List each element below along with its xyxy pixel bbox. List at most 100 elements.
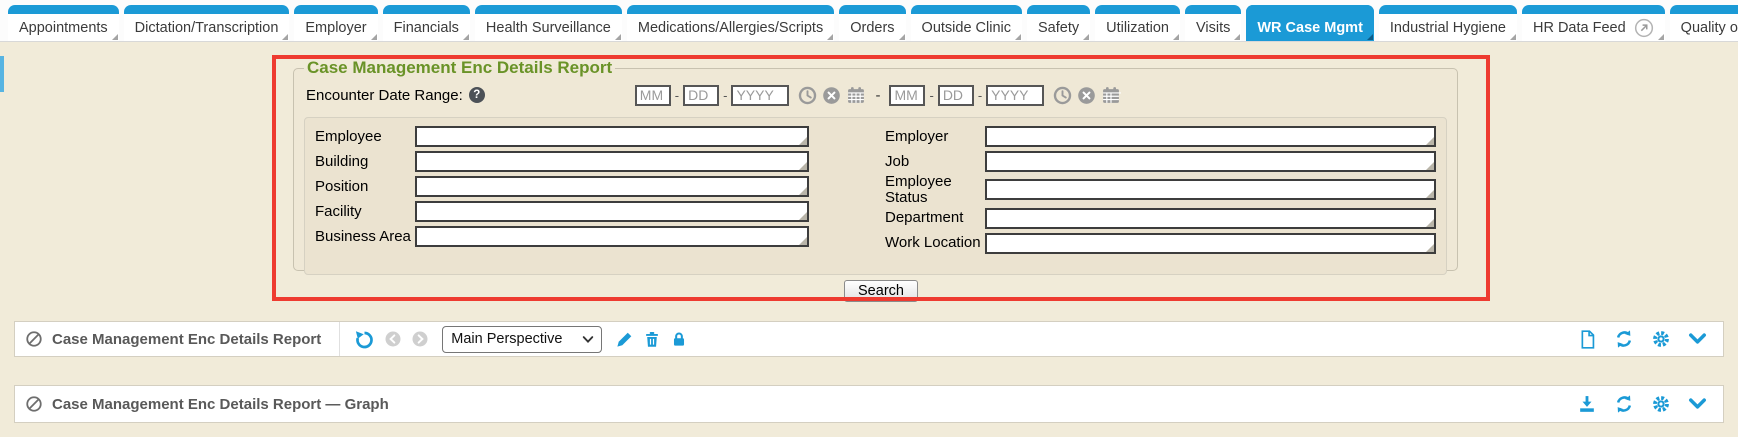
tab-accent-strip bbox=[475, 5, 622, 14]
employer-input[interactable] bbox=[987, 128, 1434, 145]
tab-financials[interactable]: Financials bbox=[383, 5, 470, 41]
start-date-group: - - bbox=[635, 85, 790, 106]
tab-quality-of-care[interactable]: Quality of Care bbox=[1670, 5, 1738, 41]
work-location-label: Work Location bbox=[885, 235, 985, 251]
tab-employer[interactable]: Employer bbox=[294, 5, 377, 41]
tab-label: Dictation/Transcription bbox=[135, 20, 279, 36]
chevron-down-icon bbox=[582, 335, 594, 344]
department-label: Department bbox=[885, 210, 985, 226]
position-label: Position bbox=[315, 179, 415, 195]
tab-accent-strip bbox=[839, 5, 905, 14]
next-perspective-icon[interactable] bbox=[411, 330, 429, 348]
refresh-icon[interactable] bbox=[1614, 394, 1634, 414]
prev-perspective-icon[interactable] bbox=[384, 330, 402, 348]
clear-date-icon[interactable] bbox=[822, 86, 841, 105]
tab-safety[interactable]: Safety bbox=[1027, 5, 1090, 41]
tab-industrial-hygiene[interactable]: Industrial Hygiene bbox=[1379, 5, 1517, 41]
form-field-row: Department bbox=[885, 206, 1436, 231]
download-icon[interactable] bbox=[1577, 394, 1597, 414]
tab-label: Quality of Care bbox=[1681, 20, 1738, 36]
tab-dictation-transcription[interactable]: Dictation/Transcription bbox=[124, 5, 290, 41]
clock-icon[interactable] bbox=[798, 86, 817, 105]
date-range-label: Encounter Date Range: bbox=[306, 87, 463, 104]
report-panel-right-icons bbox=[1578, 329, 1723, 350]
undo-icon[interactable] bbox=[354, 329, 375, 350]
clock-icon[interactable] bbox=[1053, 86, 1072, 105]
tab-wr-case-mgmt[interactable]: WR Case Mgmt bbox=[1246, 5, 1374, 41]
business-area-input[interactable] bbox=[417, 228, 807, 245]
encounter-date-range-row: Encounter Date Range: ? - - bbox=[306, 80, 1447, 110]
tab-label: Safety bbox=[1038, 20, 1079, 36]
end-day-input[interactable] bbox=[938, 85, 974, 106]
app-window: Appointments Dictation/Transcription Emp… bbox=[0, 0, 1738, 437]
refresh-icon[interactable] bbox=[1614, 329, 1634, 349]
tab-orders[interactable]: Orders bbox=[839, 5, 905, 41]
tab-visits[interactable]: Visits bbox=[1185, 5, 1241, 41]
form-field-row: Facility bbox=[315, 199, 813, 224]
settings-gear-icon[interactable] bbox=[1651, 329, 1671, 349]
calendar-icon[interactable] bbox=[1101, 85, 1121, 105]
graph-panel-title: Case Management Enc Details Report — Gra… bbox=[52, 396, 389, 413]
report-panel-title: Case Management Enc Details Report bbox=[52, 331, 321, 348]
form-field-row: Job bbox=[885, 149, 1436, 174]
employee-input[interactable] bbox=[417, 128, 807, 145]
external-link-icon[interactable] bbox=[1634, 18, 1654, 38]
tab-label: Industrial Hygiene bbox=[1390, 20, 1506, 36]
search-button[interactable]: Search bbox=[844, 280, 918, 302]
employee-status-label: Employee Status bbox=[885, 174, 985, 206]
date-separator: - bbox=[978, 88, 982, 103]
tab-label: Employer bbox=[305, 20, 366, 36]
job-input[interactable] bbox=[987, 153, 1434, 170]
tab-accent-strip bbox=[627, 5, 834, 14]
delete-trash-icon[interactable] bbox=[643, 330, 661, 349]
employee-label: Employee bbox=[315, 129, 415, 145]
text-input-frame bbox=[415, 126, 809, 147]
report-panel-title-area: Case Management Enc Details Report bbox=[15, 322, 339, 356]
employee-status-input[interactable] bbox=[987, 181, 1434, 198]
blocked-icon bbox=[25, 395, 43, 413]
tab-outside-clinic[interactable]: Outside Clinic bbox=[911, 5, 1022, 41]
end-date-group: - - bbox=[889, 85, 1044, 106]
building-input[interactable] bbox=[417, 153, 807, 170]
job-label: Job bbox=[885, 154, 985, 170]
tab-health-surveillance[interactable]: Health Surveillance bbox=[475, 5, 622, 41]
clear-date-icon[interactable] bbox=[1077, 86, 1096, 105]
end-date-icons bbox=[1053, 85, 1121, 105]
calendar-icon[interactable] bbox=[846, 85, 866, 105]
range-dash: - bbox=[875, 87, 880, 104]
end-year-input[interactable] bbox=[986, 85, 1044, 106]
tab-accent-strip bbox=[1379, 5, 1517, 14]
form-field-row: Employee Status bbox=[885, 174, 1436, 206]
tab-accent-strip bbox=[1246, 5, 1374, 14]
form-field-row: Work Location bbox=[885, 231, 1436, 256]
work-location-input[interactable] bbox=[987, 235, 1434, 252]
form-field-row: Position bbox=[315, 174, 813, 199]
position-input[interactable] bbox=[417, 178, 807, 195]
facility-input[interactable] bbox=[417, 203, 807, 220]
perspective-select[interactable]: Main Perspective bbox=[442, 326, 602, 353]
start-month-input[interactable] bbox=[635, 85, 671, 106]
report-panel-header: Case Management Enc Details Report Main … bbox=[14, 321, 1724, 357]
end-month-input[interactable] bbox=[889, 85, 925, 106]
tab-utilization[interactable]: Utilization bbox=[1095, 5, 1180, 41]
help-icon[interactable]: ? bbox=[469, 87, 485, 103]
edit-pencil-icon[interactable] bbox=[615, 330, 634, 349]
collapse-chevron-icon[interactable] bbox=[1688, 397, 1707, 412]
tab-hr-data-feed[interactable]: HR Data Feed bbox=[1522, 5, 1665, 41]
search-row: Search bbox=[272, 280, 1490, 302]
settings-gear-icon[interactable] bbox=[1651, 394, 1671, 414]
tab-appointments[interactable]: Appointments bbox=[8, 5, 119, 41]
start-year-input[interactable] bbox=[731, 85, 789, 106]
new-page-icon[interactable] bbox=[1578, 329, 1597, 350]
business-area-label: Business Area bbox=[315, 229, 415, 245]
tab-accent-strip bbox=[911, 5, 1022, 14]
tab-accent-strip bbox=[294, 5, 377, 14]
tab-medications-allergies-scripts[interactable]: Medications/Allergies/Scripts bbox=[627, 5, 834, 41]
collapse-chevron-icon[interactable] bbox=[1688, 332, 1707, 347]
start-day-input[interactable] bbox=[683, 85, 719, 106]
department-input[interactable] bbox=[987, 210, 1434, 227]
lock-icon[interactable] bbox=[670, 330, 688, 349]
text-input-frame bbox=[985, 208, 1436, 229]
tab-accent-strip bbox=[124, 5, 290, 14]
tab-accent-strip bbox=[8, 5, 119, 14]
